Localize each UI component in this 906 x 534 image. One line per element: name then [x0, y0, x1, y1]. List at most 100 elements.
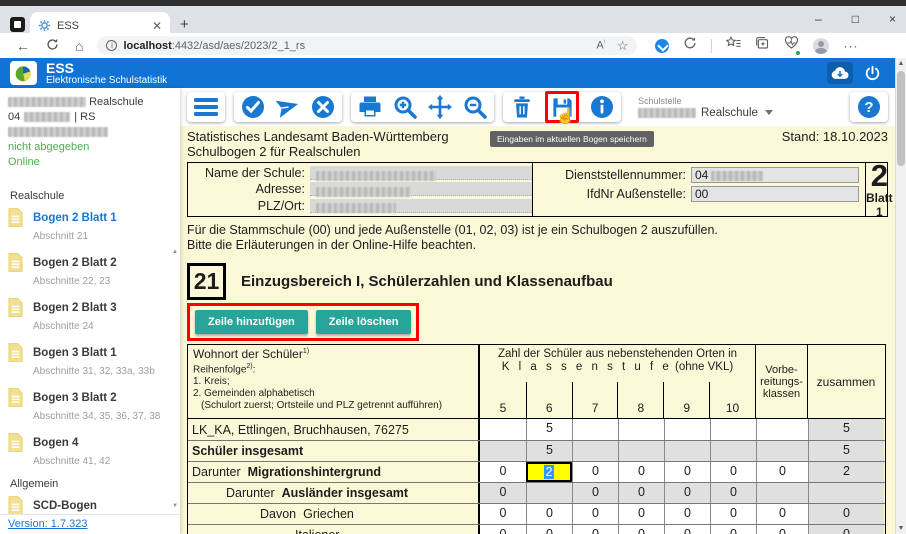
file-icon — [8, 298, 23, 317]
zusammen-header: zusammen — [808, 345, 884, 418]
ifdnr-aussenstelle-field[interactable]: 00 — [691, 186, 859, 202]
file-icon — [8, 496, 23, 515]
grade-5-cell[interactable]: 0 — [480, 504, 526, 524]
new-tab-button[interactable]: + — [180, 16, 189, 33]
validate-check-button[interactable] — [241, 95, 265, 119]
add-row-button[interactable]: Zeile hinzufügen — [195, 310, 308, 334]
window-close-button[interactable]: × — [889, 12, 896, 26]
grade-7-cell[interactable]: 0 — [572, 525, 618, 534]
zoom-out-button[interactable] — [463, 95, 487, 119]
schulstelle-dropdown[interactable]: Schulstelle Realschule — [638, 96, 773, 119]
grade-6-cell — [526, 483, 572, 503]
page-scrollbar[interactable]: ▲ ▼ — [895, 58, 906, 534]
grade-5-cell[interactable] — [480, 419, 526, 440]
vorbereitungsklassen-cell[interactable]: 0 — [756, 462, 808, 482]
back-button[interactable]: ← — [16, 39, 30, 53]
tab-actions-button[interactable] — [10, 17, 25, 32]
plz-ort-field[interactable] — [310, 199, 532, 213]
dienststellennummer-field[interactable]: 04 — [691, 167, 859, 183]
redacted-school-name — [8, 97, 86, 107]
ess-logo — [10, 61, 37, 85]
menu-button[interactable] — [194, 95, 218, 119]
delete-trash-button[interactable] — [510, 95, 534, 119]
print-button[interactable] — [358, 95, 382, 119]
save-button[interactable] — [550, 95, 574, 119]
table-header: Wohnort der Schüler1) Reihenfolge2): 1. … — [188, 345, 885, 419]
grade-10-cell[interactable]: 0 — [710, 525, 756, 534]
favorite-star-icon[interactable]: ☆ — [617, 38, 629, 54]
window-minimize-button[interactable]: – — [815, 12, 822, 26]
grade-10-cell[interactable]: 0 — [710, 462, 756, 482]
sidebar-item-bogen-2-blatt-2[interactable]: Bogen 2 Blatt 2Abschnitte 22, 23 — [8, 253, 180, 289]
address-bar[interactable]: i localhost:4432/asd/aes/2023/2_1_rs Aᵎ … — [97, 36, 637, 55]
stand-date: Stand: 18.10.2023 — [782, 129, 888, 159]
sidebar-item-bogen-2-blatt-3[interactable]: Bogen 2 Blatt 3Abschnitte 24 — [8, 298, 180, 334]
table-row: DarunterMigrationshintergrund02000002 — [188, 461, 885, 482]
vorbereitungsklassen-cell[interactable]: 0 — [756, 504, 808, 524]
extension-badge-icon[interactable] — [655, 39, 669, 53]
sidebar-scrollbar[interactable]: ▲ ▼ — [171, 248, 179, 510]
version-link[interactable]: Version: 1.7.323 — [8, 518, 88, 530]
scrollbar-thumb[interactable] — [897, 71, 905, 166]
agency-line1: Statistisches Landesamt Baden-Württember… — [187, 129, 449, 144]
home-button[interactable]: ⌂ — [75, 39, 83, 53]
sidebar-scroll-down[interactable]: ▼ — [171, 502, 179, 510]
highlighted-input-cell[interactable]: 2 — [526, 462, 572, 482]
grade-9-cell[interactable]: 0 — [664, 525, 710, 534]
grade-8-cell[interactable]: 0 — [618, 525, 664, 534]
site-info-icon[interactable]: i — [106, 40, 117, 51]
tab-close-icon[interactable]: ✕ — [152, 19, 162, 33]
grade-7-cell[interactable] — [572, 419, 618, 440]
help-button[interactable]: ? — [857, 95, 881, 119]
wohnort-header: Wohnort der Schüler1) — [193, 347, 473, 361]
vorbereitungsklassen-cell[interactable]: 0 — [756, 525, 808, 534]
pan-move-button[interactable] — [428, 95, 452, 119]
grade-9-cell[interactable]: 0 — [664, 504, 710, 524]
adresse-field[interactable] — [310, 182, 532, 196]
browser-menu-icon[interactable]: ··· — [843, 39, 858, 53]
logout-power-button[interactable] — [859, 62, 885, 84]
extension-refresh-icon[interactable] — [683, 36, 697, 55]
grade-5-cell[interactable]: 0 — [480, 525, 526, 534]
favorites-bar-icon[interactable] — [726, 36, 741, 55]
grade-8-cell[interactable] — [618, 419, 664, 440]
grade-9-cell[interactable]: 0 — [664, 462, 710, 482]
school-name-field[interactable] — [310, 166, 532, 180]
grade-8-cell[interactable]: 0 — [618, 504, 664, 524]
cancel-x-button[interactable] — [311, 95, 335, 119]
window-maximize-button[interactable]: □ — [852, 12, 859, 26]
zusammen-cell: 0 — [808, 504, 884, 524]
profile-avatar[interactable] — [813, 38, 829, 54]
sidebar-item-bogen-4[interactable]: Bogen 4Abschnitte 41, 42 — [8, 433, 180, 469]
grade-6-cell[interactable]: 0 — [526, 504, 572, 524]
send-button[interactable] — [276, 95, 300, 119]
info-button[interactable] — [590, 95, 614, 119]
grade-7-cell[interactable]: 0 — [572, 462, 618, 482]
grade-8-cell[interactable]: 0 — [618, 462, 664, 482]
grade-6-cell[interactable]: 5 — [526, 419, 572, 440]
grade-10-cell[interactable]: 0 — [710, 504, 756, 524]
cloud-download-button[interactable] — [827, 62, 853, 84]
grade-5-cell[interactable]: 0 — [480, 462, 526, 482]
collections-icon[interactable] — [755, 36, 770, 55]
scroll-up-arrow[interactable]: ▲ — [896, 58, 906, 69]
sidebar-item-bogen-3-blatt-1[interactable]: Bogen 3 Blatt 1Abschnitte 31, 32, 33a, 3… — [8, 343, 180, 379]
grade-10-cell[interactable] — [710, 419, 756, 440]
grade-6-cell[interactable]: 0 — [526, 525, 572, 534]
scroll-down-arrow[interactable]: ▼ — [896, 523, 906, 534]
grade-7-cell — [572, 441, 618, 461]
delete-row-button[interactable]: Zeile löschen — [316, 310, 412, 334]
browser-essentials-icon[interactable] — [784, 36, 799, 55]
app-header: ESS Elektronische Schulstatistik — [0, 58, 895, 88]
grade-9-cell[interactable] — [664, 419, 710, 440]
school-info-box: Name der Schule: Adresse: PLZ/Ort: Diens… — [187, 162, 888, 217]
read-aloud-icon[interactable]: Aᵎ — [596, 39, 604, 52]
sidebar-item-bogen-2-blatt-1[interactable]: Bogen 2 Blatt 1Abschnitt 21 — [8, 208, 180, 244]
grade-7-cell[interactable]: 0 — [572, 504, 618, 524]
sidebar-scroll-up[interactable]: ▲ — [171, 248, 179, 256]
refresh-button[interactable] — [46, 38, 59, 53]
sidebar-item-bogen-3-blatt-2[interactable]: Bogen 3 Blatt 2Abschnitte 34, 35, 36, 37… — [8, 388, 180, 424]
vorbereitungsklassen-cell[interactable] — [756, 419, 808, 440]
zoom-in-button[interactable] — [393, 95, 417, 119]
divider — [711, 39, 712, 53]
